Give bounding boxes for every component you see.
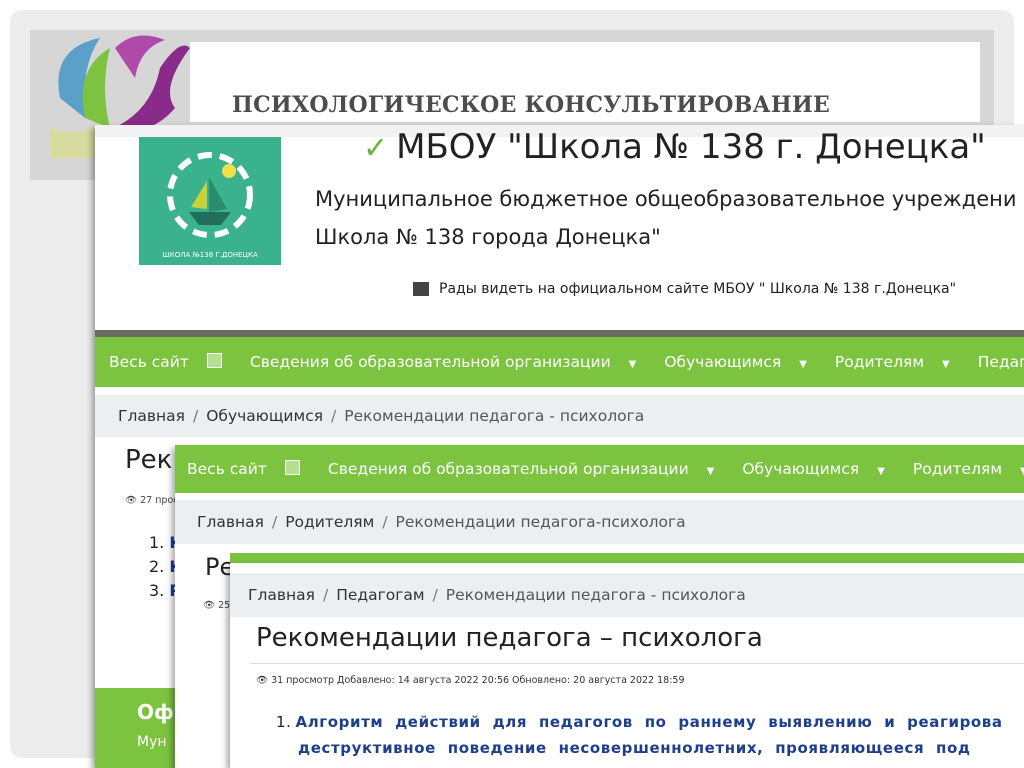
caret-down-icon: ▼ [706, 466, 715, 477]
views-count-2: 👁 25 [203, 600, 231, 611]
caret-down-icon: ▼ [942, 359, 950, 370]
footer-title: Оф [137, 700, 174, 724]
nav-item-students[interactable]: Обучающимся ▼ [742, 460, 899, 478]
breadcrumb-section[interactable]: Родителям [285, 513, 374, 531]
verified-icon: ✓ [363, 131, 389, 166]
recommendations-list-3: 1. Алгоритм действий для педагогов по ран… [276, 709, 1024, 768]
dropdown-icon [206, 353, 222, 368]
list-item[interactable]: 1. Алгоритм действий для педагогов по ран… [276, 709, 1024, 735]
breadcrumb-current: Рекомендации педагога - психолога [445, 586, 746, 604]
school-logo: ШКОЛА №138 Г.ДОНЕЦКА [139, 137, 281, 265]
nav-item-about[interactable]: Сведения об образовательной организации ▼ [250, 353, 650, 371]
svg-text:ШКОЛА №138 Г.ДОНЕЦКА: ШКОЛА №138 Г.ДОНЕЦКА [162, 251, 258, 259]
nav-item-all-site[interactable]: Весь сайт [109, 353, 236, 371]
breadcrumb-home[interactable]: Главная [118, 407, 185, 425]
views-count-1: 👁 27 прос [125, 495, 179, 506]
green-bar [230, 553, 1024, 563]
caret-down-icon: ▼ [1020, 466, 1024, 477]
breadcrumb-1: Главная / Обучающимся / Рекомендации педаг… [95, 395, 1024, 437]
footer-subtitle: Мун [137, 734, 167, 750]
caret-down-icon: ▼ [628, 359, 637, 370]
scroll-icon [413, 282, 429, 296]
page-title-1: Рек [125, 445, 173, 475]
main-nav-2: Весь сайт Сведения об образовательной ор… [175, 445, 1024, 493]
slide-title: ПСИХОЛОГИЧЕСКОЕ КОНСУЛЬТИРОВАНИЕ [232, 92, 831, 118]
article-meta: 👁 31 просмотр Добавлено: 14 августа 2022… [256, 675, 685, 686]
dropdown-icon [284, 460, 300, 475]
welcome-text: Рады видеть на официальном сайте МБОУ " … [413, 281, 956, 297]
breadcrumb-current: Рекомендации педагога - психолога [344, 407, 645, 425]
breadcrumb-current: Рекомендации педагога-психолога [395, 513, 686, 531]
list-item-continuation[interactable]: деструктивное поведение несовершеннолетн… [276, 735, 1024, 768]
nav-item-parents[interactable]: Родителям ▼ [835, 353, 964, 371]
breadcrumb-section[interactable]: Обучающимся [206, 407, 323, 425]
school-name: ✓ МБОУ "Школа № 138 г. Донецка" [363, 127, 986, 167]
breadcrumb-2: Главная / Родителям / Рекомендации педагог… [175, 500, 1024, 544]
caret-down-icon: ▼ [877, 466, 885, 477]
breadcrumb-home[interactable]: Главная [248, 586, 315, 604]
breadcrumb-section[interactable]: Педагогам [336, 586, 424, 604]
divider [250, 663, 1024, 664]
nav-item-parents[interactable]: Родителям ▼ [913, 460, 1024, 478]
page-title-3: Рекомендации педагога – психолога [256, 623, 763, 653]
website-screenshot-3: Главная / Педагогам / Рекомендации педагог… [230, 563, 1024, 768]
main-nav-1: Весь сайт Сведения об образовательной ор… [95, 337, 1024, 387]
nav-item-teachers[interactable]: Педагогам▼ [978, 353, 1024, 371]
nav-item-students[interactable]: Обучающимся ▼ [664, 353, 821, 371]
breadcrumb-3: Главная / Педагогам / Рекомендации педагог… [230, 573, 1024, 617]
breadcrumb-home[interactable]: Главная [197, 513, 264, 531]
caret-down-icon: ▼ [799, 359, 807, 370]
nav-item-about[interactable]: Сведения об образовательной организации ▼ [328, 460, 728, 478]
school-full-name: Муниципальное бюджетное общеобразователь… [315, 187, 1017, 249]
nav-item-all-site[interactable]: Весь сайт [187, 460, 314, 478]
